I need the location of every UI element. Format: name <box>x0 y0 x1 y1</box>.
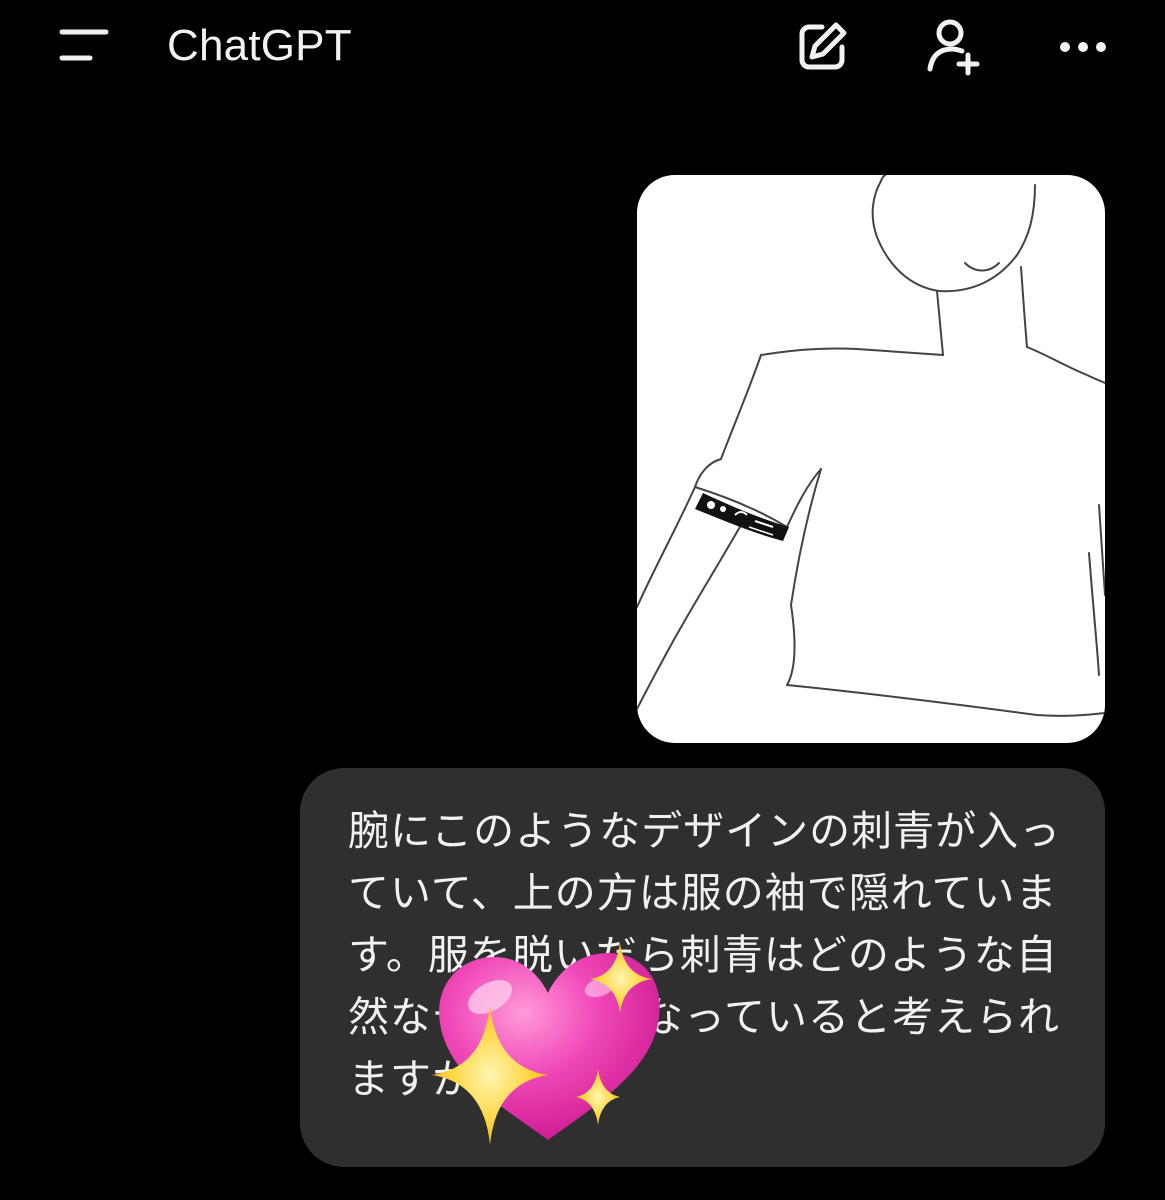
top-bar: ChatGPT <box>0 0 1165 96</box>
more-icon <box>1060 42 1106 52</box>
edit-icon <box>799 22 847 70</box>
new-chat-button[interactable] <box>789 14 855 80</box>
attached-image[interactable] <box>637 175 1105 743</box>
tattoo-band <box>695 493 789 541</box>
app-title: ChatGPT <box>167 21 352 70</box>
tattoo-sketch-image <box>637 175 1105 717</box>
add-user-icon <box>927 19 980 76</box>
more-options-button[interactable] <box>1050 14 1116 80</box>
add-user-button[interactable] <box>921 14 987 80</box>
user-message-text: 腕にこのようなデザインの刺青が入っていて、上の方は服の袖で隠れています。服を脱い… <box>348 807 1062 1103</box>
menu-button[interactable] <box>50 22 116 70</box>
user-message-bubble: 腕にこのようなデザインの刺青が入っていて、上の方は服の袖で隠れています。服を脱い… <box>300 768 1105 1167</box>
menu-icon <box>59 29 109 61</box>
